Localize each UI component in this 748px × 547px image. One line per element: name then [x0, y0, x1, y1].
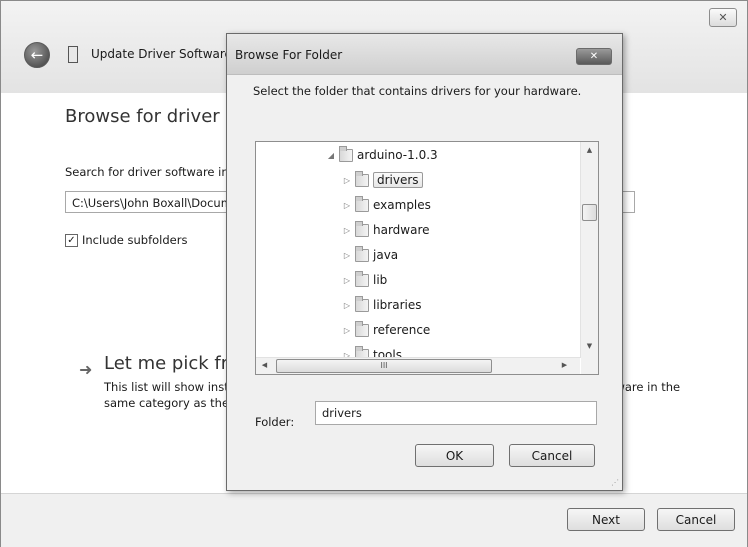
- collapsed-twisty-icon[interactable]: ▷: [342, 276, 352, 285]
- tree-item-label: reference: [373, 323, 431, 337]
- folder-tree[interactable]: ◢ arduino-1.0.3 ▷ drivers ▷ examples ▷ h…: [255, 141, 599, 375]
- wizard-title: Update Driver Software: [91, 47, 232, 61]
- vertical-scrollbar[interactable]: ▲ ▼: [580, 142, 598, 358]
- wizard-close-button[interactable]: ✕: [709, 8, 737, 27]
- tree-item-label: java: [373, 248, 399, 262]
- tree-item-arduino[interactable]: ◢ arduino-1.0.3: [326, 145, 438, 165]
- folder-tree-list: ◢ arduino-1.0.3 ▷ drivers ▷ examples ▷ h…: [256, 142, 580, 358]
- tree-item-label: examples: [373, 198, 431, 212]
- folder-icon: [355, 320, 369, 337]
- folder-icon: [355, 220, 369, 237]
- folder-icon: [339, 145, 353, 162]
- folder-field-label: Folder:: [255, 415, 295, 429]
- scrollbar-corner: [581, 358, 598, 374]
- collapsed-twisty-icon[interactable]: ▷: [342, 176, 352, 185]
- folder-name-input[interactable]: drivers: [315, 401, 597, 425]
- tree-item-label: hardware: [373, 223, 430, 237]
- green-arrow-icon: ➜: [79, 360, 93, 379]
- tree-item-examples[interactable]: ▷ examples: [342, 195, 431, 215]
- tree-item-hardware[interactable]: ▷ hardware: [342, 220, 430, 240]
- tree-item-label: arduino-1.0.3: [357, 148, 438, 162]
- horizontal-scrollbar[interactable]: ◀ III ▶: [256, 357, 580, 374]
- dialog-close-button[interactable]: ✕: [576, 48, 612, 65]
- resize-grip-icon[interactable]: ⋰: [611, 478, 619, 487]
- tree-item-drivers[interactable]: ▷ drivers: [342, 170, 423, 190]
- tree-item-label: libraries: [373, 298, 422, 312]
- tree-item-reference[interactable]: ▷ reference: [342, 320, 430, 340]
- collapsed-twisty-icon[interactable]: ▷: [342, 201, 352, 210]
- scroll-right-icon[interactable]: ▶: [556, 361, 573, 369]
- wizard-footer: Next Cancel: [1, 493, 747, 547]
- folder-icon: [355, 270, 369, 287]
- include-subfolders-label: Include subfolders: [82, 233, 188, 247]
- collapsed-twisty-icon[interactable]: ▷: [342, 301, 352, 310]
- wizard-cancel-button[interactable]: Cancel: [657, 508, 735, 531]
- tree-item-lib[interactable]: ▷ lib: [342, 270, 387, 290]
- next-button[interactable]: Next: [567, 508, 645, 531]
- tree-item-libraries[interactable]: ▷ libraries: [342, 295, 421, 315]
- vertical-scroll-thumb[interactable]: [582, 204, 597, 221]
- tree-item-label-selected: drivers: [373, 172, 423, 188]
- dialog-title: Browse For Folder: [235, 48, 343, 62]
- collapsed-twisty-icon[interactable]: ▷: [342, 226, 352, 235]
- folder-icon: [355, 295, 369, 312]
- scroll-down-icon[interactable]: ▼: [581, 342, 598, 350]
- expanded-twisty-icon[interactable]: ◢: [326, 151, 336, 160]
- tree-item-label: lib: [373, 273, 388, 287]
- back-arrow-icon[interactable]: ←: [24, 42, 50, 68]
- tree-item-java[interactable]: ▷ java: [342, 245, 398, 265]
- dialog-cancel-button[interactable]: Cancel: [509, 444, 595, 467]
- scroll-up-icon[interactable]: ▲: [581, 146, 598, 154]
- collapsed-twisty-icon[interactable]: ▷: [342, 326, 352, 335]
- checkbox-checked-icon[interactable]: ✓: [65, 233, 78, 247]
- include-subfolders-checkbox[interactable]: ✓ Include subfolders: [65, 233, 187, 247]
- browse-for-folder-dialog: Browse For Folder ✕ Select the folder th…: [226, 33, 623, 491]
- dialog-title-bar: Browse For Folder ✕: [227, 34, 622, 75]
- collapsed-twisty-icon[interactable]: ▷: [342, 251, 352, 260]
- dialog-instruction: Select the folder that contains drivers …: [253, 84, 582, 98]
- device-icon: [68, 46, 78, 63]
- folder-icon: [355, 170, 369, 187]
- scroll-left-icon[interactable]: ◀: [256, 361, 273, 369]
- ok-button[interactable]: OK: [415, 444, 494, 467]
- folder-icon: [355, 195, 369, 212]
- horizontal-scroll-thumb[interactable]: III: [276, 359, 492, 373]
- folder-icon: [355, 245, 369, 262]
